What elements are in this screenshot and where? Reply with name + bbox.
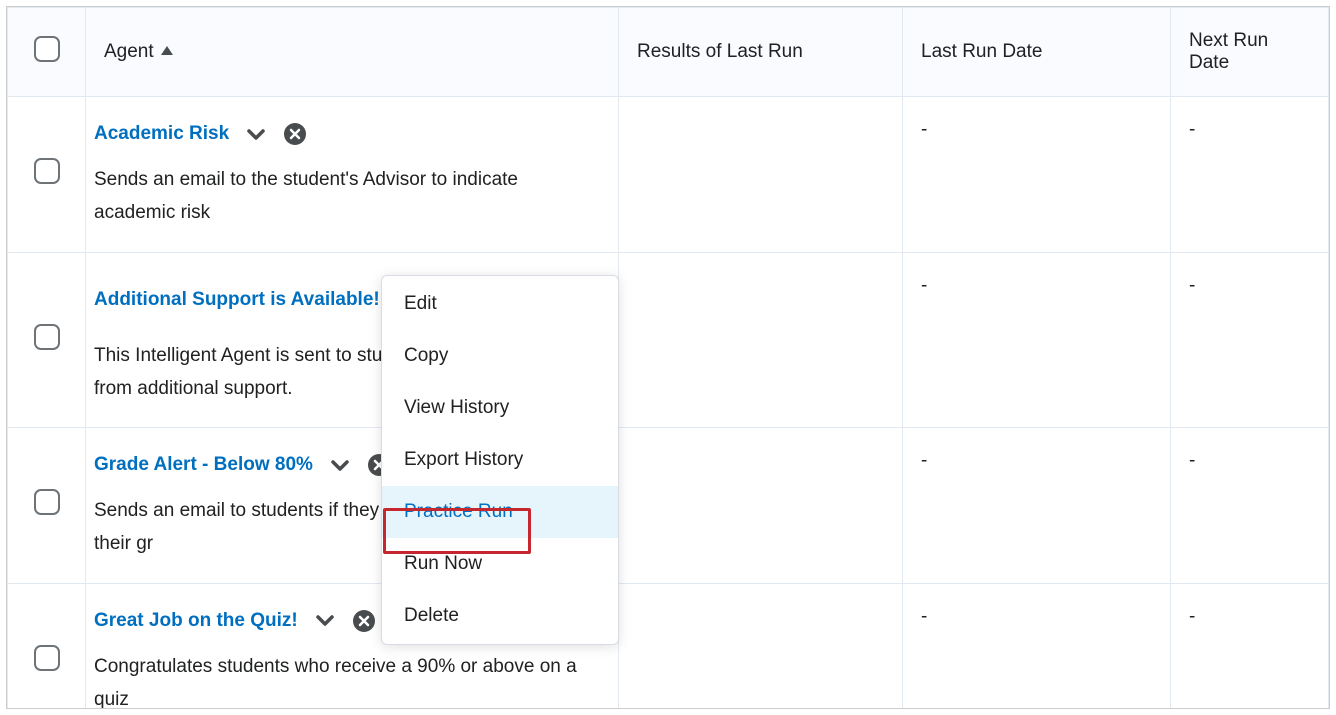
row-checkbox-cell [8, 97, 86, 253]
next-date-cell: - [1171, 252, 1329, 428]
results-cell [619, 428, 903, 584]
menu-item-edit[interactable]: Edit [382, 278, 618, 330]
row-checkbox[interactable] [34, 158, 60, 184]
last-date-cell: - [903, 97, 1171, 253]
last-date-cell: - [903, 583, 1171, 709]
chevron-down-icon[interactable] [310, 606, 340, 636]
agent-cell: Academic Risk Sends an email to the stude… [86, 97, 619, 253]
agent-title-row: Academic Risk [90, 119, 604, 149]
menu-item-export-history[interactable]: Export History [382, 434, 618, 486]
sort-ascending-icon [161, 46, 173, 55]
menu-item-delete[interactable]: Delete [382, 590, 618, 642]
header-next-date[interactable]: Next Run Date [1171, 8, 1329, 97]
header-agent[interactable]: Agent [86, 8, 619, 97]
header-results[interactable]: Results of Last Run [619, 8, 903, 97]
row-checkbox-cell [8, 583, 86, 709]
next-date-cell: - [1171, 583, 1329, 709]
row-checkbox-cell [8, 428, 86, 584]
results-cell [619, 252, 903, 428]
agents-table: Agent Results of Last Run Last Run Date … [7, 7, 1329, 709]
header-checkbox-cell [8, 8, 86, 97]
agent-link[interactable]: Additional Support is Available! [94, 289, 380, 311]
next-date-cell: - [1171, 428, 1329, 584]
row-checkbox[interactable] [34, 645, 60, 671]
last-date-cell: - [903, 428, 1171, 584]
agent-description: Sends an email to the student's Advisor … [94, 163, 604, 230]
agents-table-container: Agent Results of Last Run Last Run Date … [6, 6, 1330, 709]
header-agent-label: Agent [104, 41, 154, 62]
menu-item-copy[interactable]: Copy [382, 330, 618, 382]
menu-item-practice-run[interactable]: Practice Run [382, 486, 618, 538]
disabled-status-icon [283, 122, 307, 146]
next-date-cell: - [1171, 97, 1329, 253]
table-row: Grade Alert - Below 80%Sends an email to… [8, 428, 1329, 584]
agent-link[interactable]: Academic Risk [94, 123, 229, 145]
chevron-down-icon[interactable] [325, 450, 355, 480]
table-row: Great Job on the Quiz! Congratulates stud… [8, 583, 1329, 709]
row-checkbox[interactable] [34, 489, 60, 515]
row-checkbox-cell [8, 252, 86, 428]
results-cell [619, 583, 903, 709]
row-checkbox[interactable] [34, 324, 60, 350]
agent-link[interactable]: Great Job on the Quiz! [94, 610, 298, 632]
select-all-checkbox[interactable] [34, 36, 60, 62]
table-header-row: Agent Results of Last Run Last Run Date … [8, 8, 1329, 97]
disabled-status-icon [352, 609, 376, 633]
table-row: Additional Support is Available!This Int… [8, 252, 1329, 428]
header-last-date[interactable]: Last Run Date [903, 8, 1171, 97]
results-cell [619, 97, 903, 253]
chevron-down-icon[interactable] [241, 119, 271, 149]
menu-item-view-history[interactable]: View History [382, 382, 618, 434]
agent-description: Congratulates students who receive a 90%… [94, 650, 604, 710]
last-date-cell: - [903, 252, 1171, 428]
agent-link[interactable]: Grade Alert - Below 80% [94, 454, 313, 476]
agent-actions-menu: EditCopyView HistoryExport HistoryPracti… [381, 275, 619, 645]
table-body: Academic Risk Sends an email to the stude… [8, 97, 1329, 710]
menu-item-run-now[interactable]: Run Now [382, 538, 618, 590]
table-row: Academic Risk Sends an email to the stude… [8, 97, 1329, 253]
